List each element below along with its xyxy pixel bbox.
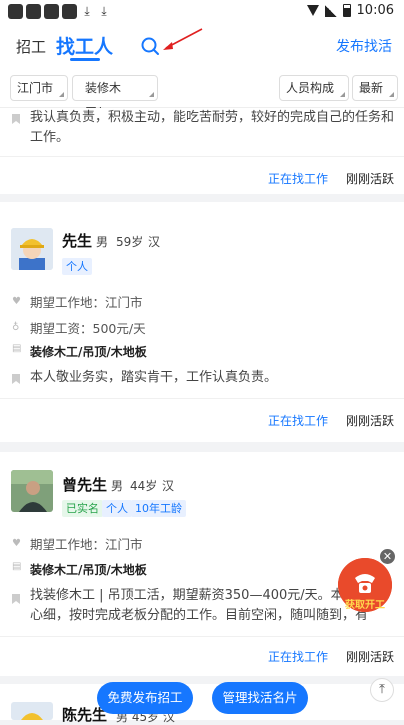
worker-gender: 男 (111, 479, 124, 493)
worker-name: 曾先生 (62, 476, 108, 494)
toolbox-icon: ▤ (12, 561, 22, 572)
worker-photo-avatar (11, 470, 53, 512)
clock: 10:06 (356, 3, 394, 18)
worker-skill: 装修木工/吊顶/木地板 (30, 345, 147, 359)
app-notification-icon (62, 4, 77, 19)
post-job-button[interactable]: 免费发布招工 (97, 682, 193, 714)
badge-label: 获取开工 (345, 600, 385, 611)
publish-job-seeking-link[interactable]: 发布找活 (336, 36, 392, 56)
download-icon: ⤓ (84, 4, 90, 18)
filter-sort-label: 最新 (359, 81, 384, 95)
dropdown-corner-icon (59, 92, 65, 97)
download-icon: ⤓ (101, 4, 107, 18)
filter-people[interactable]: 人员构成 (279, 75, 350, 101)
expected-location: 期望工作地：江门市 (30, 295, 143, 310)
dropdown-corner-icon (340, 92, 346, 97)
worker-description: 我认真负责，积极主动，能吃苦耐劳，较好的完成自己的任务和工作。 (30, 110, 395, 145)
avatar (11, 702, 53, 720)
filter-city-label: 江门市 (17, 81, 54, 95)
divider (0, 156, 404, 157)
bookmark-icon (12, 374, 20, 384)
dropdown-corner-icon (149, 92, 154, 97)
worker-description-line2: 心细，按时完成老板分配的工作。目前空闲，随叫随到，有 (30, 608, 369, 623)
status-bar: ⤓ ⤓ 10:06 (0, 0, 404, 24)
worker-ethnicity: 汉 (162, 479, 175, 493)
expected-location: 期望工作地：江门市 (30, 537, 143, 552)
tag-experience: 10年工龄 (131, 500, 186, 517)
filter-category[interactable]: 装修木工/... (72, 75, 158, 119)
heart-icon: ♥ (12, 295, 21, 307)
skill-row: ▤ (12, 562, 30, 572)
status-looking-for-work: 正在找工作 (267, 650, 328, 664)
tag-verified: 已实名 (62, 500, 103, 517)
heart-icon: ♥ (12, 537, 21, 549)
signal-icon (324, 4, 337, 17)
expected-location-row: ♥ 期望工作地：江门市 (12, 534, 143, 553)
start-work-floating-badge[interactable]: 获取开工 (338, 558, 392, 612)
manage-card-button[interactable]: 管理找活名片 (212, 682, 308, 714)
tag-individual: 个人 (62, 258, 92, 275)
filter-people-label: 人员构成 (286, 81, 335, 95)
status-looking-for-work: 正在找工作 (267, 172, 328, 186)
battery-icon (342, 4, 351, 17)
active-tab-indicator (70, 58, 100, 61)
worker-age: 59岁 (116, 235, 144, 249)
worker-helmet-avatar-icon (11, 228, 53, 270)
worker-helmet-avatar-icon (21, 713, 43, 720)
toolbox-icon: ▤ (12, 343, 22, 354)
expected-salary: 期望工资：500元/天 (30, 321, 146, 336)
worker-skill: 装修木工/吊顶/木地板 (30, 563, 147, 577)
skill-row: ▤ (12, 344, 30, 354)
worker-name: 先生 (62, 232, 93, 250)
filter-sort[interactable]: 最新 (352, 75, 399, 101)
worker-card[interactable]: 先生 男 59岁 汉 个人 ♥ 期望工作地：江门市 ♁ 期望工资：500元/天 … (0, 202, 404, 442)
bookmark-icon (12, 594, 20, 604)
dropdown-corner-icon (389, 92, 395, 97)
tag-individual: 个人 (102, 500, 132, 517)
worker-description-line1: 找装修木工 | 吊顶工活，期望薪资350—400元/天。本 (30, 588, 344, 603)
expected-location-row: ♥ 期望工作地：江门市 (12, 292, 143, 311)
divider (0, 398, 404, 399)
avatar (11, 228, 53, 270)
tab-recruit[interactable]: 招工 (16, 36, 46, 57)
money-bag-icon: ♁ (12, 321, 20, 333)
divider (0, 636, 404, 637)
tab-find-workers[interactable]: 找工人 (56, 32, 113, 59)
avatar (11, 470, 53, 512)
app-notification-icon (44, 4, 59, 19)
worker-gender: 男 (96, 235, 109, 249)
back-to-top-icon[interactable]: ⤒ (370, 678, 394, 702)
top-nav: 招工 找工人 发布找活 (0, 24, 404, 68)
wifi-icon (306, 5, 319, 16)
status-active: 刚刚活跃 (345, 172, 394, 186)
app-notification-icon (26, 4, 41, 19)
search-icon[interactable] (140, 36, 160, 56)
worker-ethnicity: 汉 (148, 235, 161, 249)
system-indicators: 10:06 (306, 3, 394, 18)
notification-icons: ⤓ ⤓ (8, 4, 111, 19)
worker-card-partial[interactable]: 我认真负责，积极主动，能吃苦耐劳，较好的完成自己的任务和工作。 正在找工作 刚刚… (0, 108, 404, 194)
expected-salary-row: ♁ 期望工资：500元/天 (12, 318, 146, 337)
app-notification-icon (8, 4, 23, 19)
filter-city[interactable]: 江门市 (10, 75, 69, 101)
annotation-arrow-icon (163, 28, 203, 50)
status-active: 刚刚活跃 (345, 650, 394, 664)
worker-description: 本人敬业务实，踏实肯干，工作认真负责。 (30, 370, 278, 385)
close-icon[interactable]: ✕ (380, 549, 395, 564)
worker-card[interactable]: 陈先生 男 45岁 汉 (0, 684, 404, 724)
status-looking-for-work: 正在找工作 (267, 414, 328, 428)
filter-bar: 江门市 装修木工/... 人员构成 最新 (0, 68, 404, 119)
status-active: 刚刚活跃 (345, 414, 394, 428)
worker-age: 44岁 (130, 479, 158, 493)
bookmark-icon (12, 114, 20, 124)
